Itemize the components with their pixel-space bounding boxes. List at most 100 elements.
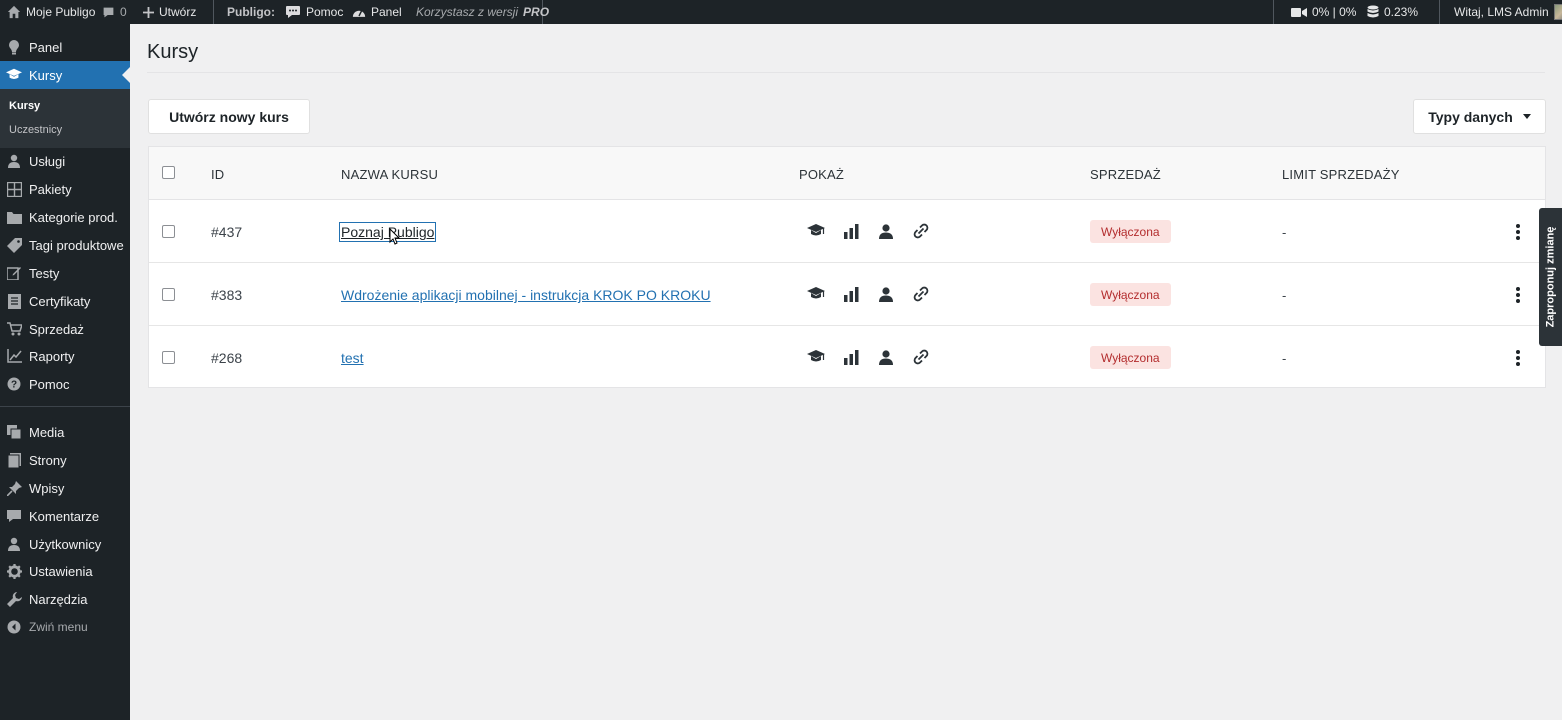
person-icon[interactable] (877, 285, 895, 303)
site-name: Moje Publigo (26, 5, 96, 19)
courses-table: ID NAZWA KURSU POKAŻ SPRZEDAŻ LIMIT SPRZ… (148, 146, 1546, 388)
course-id: #383 (211, 287, 243, 303)
sidebar-label: Kategorie prod. (29, 209, 118, 225)
more-options-icon[interactable] (1515, 350, 1521, 366)
sidebar-item-uslugi[interactable]: Usługi (0, 147, 130, 175)
sidebar-item-raporty[interactable]: Raporty (0, 342, 130, 370)
row-checkbox[interactable] (162, 351, 175, 364)
new-content-link[interactable]: Utwórz (143, 0, 196, 24)
users-icon (0, 537, 28, 551)
sidebar-item-pomoc[interactable]: ? Pomoc (0, 370, 130, 398)
graduation-cap-icon (0, 68, 28, 82)
sidebar-label: Certyfikaty (29, 293, 91, 309)
table-row: #268 test Wyłączona - (149, 326, 1545, 389)
title-divider (147, 72, 1545, 73)
video-stats[interactable]: 0% | 0% (1291, 0, 1356, 24)
sidebar-item-panel[interactable]: Panel (0, 33, 130, 61)
sidebar-item-wpisy[interactable]: Wpisy (0, 474, 130, 502)
bar-chart-icon[interactable] (842, 222, 860, 240)
help-link[interactable]: Pomoc (285, 0, 343, 24)
column-header-show: POKAŻ (799, 167, 845, 182)
person-icon[interactable] (877, 222, 895, 240)
new-course-button[interactable]: Utwórz nowy kurs (148, 99, 310, 134)
column-header-name: NAZWA KURSU (341, 167, 439, 182)
comments-count: 0 (120, 5, 127, 19)
bar-chart-icon[interactable] (842, 348, 860, 366)
document-icon (0, 293, 28, 309)
chart-line-icon (0, 349, 28, 363)
column-header-sales-limit: LIMIT SPRZEDAŻY (1282, 167, 1400, 182)
db-stats[interactable]: 0.23% (1367, 0, 1418, 24)
suggest-change-tab[interactable]: Zaproponuj zmianę (1539, 208, 1562, 346)
select-all-checkbox[interactable] (162, 166, 175, 179)
sidebar-item-testy[interactable]: Testy (0, 259, 130, 287)
sidebar-label: Panel (29, 39, 63, 55)
more-options-icon[interactable] (1515, 287, 1521, 303)
sidebar-label: Media (29, 424, 65, 440)
row-actions (807, 222, 930, 240)
media-icon (0, 424, 28, 440)
help-label: Pomoc (306, 5, 344, 19)
gauge-icon (352, 9, 366, 17)
collapse-icon (0, 620, 28, 634)
admin-sidebar: Panel Kursy Kursy Uczestnicy Usługi Paki… (0, 24, 130, 720)
sidebar-item-kategorie[interactable]: Kategorie prod. (0, 203, 130, 231)
submenu-item-uczestnicy[interactable]: Uczestnicy (9, 124, 62, 136)
folder-icon (0, 211, 28, 224)
sidebar-label: Narzędzia (29, 591, 88, 607)
sidebar-label: Wpisy (29, 480, 65, 496)
sidebar-label: Tagi produktowe (29, 237, 124, 253)
svg-text:?: ? (11, 380, 17, 391)
sidebar-item-komentarze[interactable]: Komentarze (0, 502, 130, 530)
course-id: #437 (211, 224, 243, 240)
sidebar-item-strony[interactable]: Strony (0, 446, 130, 474)
account-menu[interactable]: Witaj, LMS Admin (1454, 0, 1562, 24)
grid-icon (0, 181, 28, 197)
sidebar-label: Pomoc (29, 376, 70, 392)
panel-link[interactable]: Panel (352, 0, 402, 24)
graduation-cap-icon[interactable] (807, 285, 825, 303)
sidebar-collapse-button[interactable]: Zwiń menu (0, 613, 130, 641)
sidebar-item-narzedzia[interactable]: Narzędzia (0, 585, 130, 613)
link-icon[interactable] (912, 348, 930, 366)
comments-link[interactable]: 0 (102, 0, 127, 24)
table-row: #383 Wdrożenie aplikacji mobilnej - inst… (149, 263, 1545, 326)
data-types-dropdown[interactable]: Typy danych (1413, 99, 1546, 134)
bar-chart-icon[interactable] (842, 285, 860, 303)
sidebar-item-sprzedaz[interactable]: Sprzedaż (0, 315, 130, 343)
link-icon[interactable] (912, 222, 930, 240)
more-options-icon[interactable] (1515, 224, 1521, 240)
new-content-label: Utwórz (159, 5, 197, 19)
row-checkbox[interactable] (162, 288, 175, 301)
sales-status-badge: Wyłączona (1090, 283, 1171, 306)
graduation-cap-icon[interactable] (807, 348, 825, 366)
sidebar-item-kursy[interactable]: Kursy (0, 61, 130, 89)
link-icon[interactable] (912, 285, 930, 303)
video-stats-text: 0% | 0% (1312, 5, 1357, 19)
course-name-link[interactable]: Poznaj Publigo (338, 222, 437, 242)
submenu-item-kursy[interactable]: Kursy (9, 100, 40, 112)
sidebar-label: Komentarze (29, 508, 100, 524)
sidebar-item-ustawienia[interactable]: Ustawienia (0, 557, 130, 585)
publigo-label-text: Publigo: (227, 5, 275, 19)
sidebar-item-pakiety[interactable]: Pakiety (0, 175, 130, 203)
sidebar-label: Ustawienia (29, 563, 93, 579)
gauge-icon (0, 39, 28, 55)
sidebar-item-tagi[interactable]: Tagi produktowe (0, 231, 130, 259)
sidebar-item-uzytkownicy[interactable]: Użytkownicy (0, 530, 130, 558)
sales-limit: - (1282, 225, 1287, 240)
site-name-link[interactable]: Moje Publigo (7, 0, 95, 24)
person-icon[interactable] (877, 348, 895, 366)
row-checkbox[interactable] (162, 225, 175, 238)
help-icon: ? (0, 377, 28, 391)
greeting: Witaj, LMS Admin (1454, 5, 1549, 19)
graduation-cap-icon[interactable] (807, 222, 825, 240)
row-actions (807, 348, 930, 366)
sales-limit: - (1282, 351, 1287, 366)
course-name-link[interactable]: test (341, 350, 364, 366)
sidebar-item-media[interactable]: Media (0, 418, 130, 446)
sales-limit: - (1282, 288, 1287, 303)
course-name-link[interactable]: Wdrożenie aplikacji mobilnej - instrukcj… (341, 287, 711, 303)
publigo-label: Publigo: (227, 0, 275, 24)
sidebar-item-certyfikaty[interactable]: Certyfikaty (0, 287, 130, 315)
